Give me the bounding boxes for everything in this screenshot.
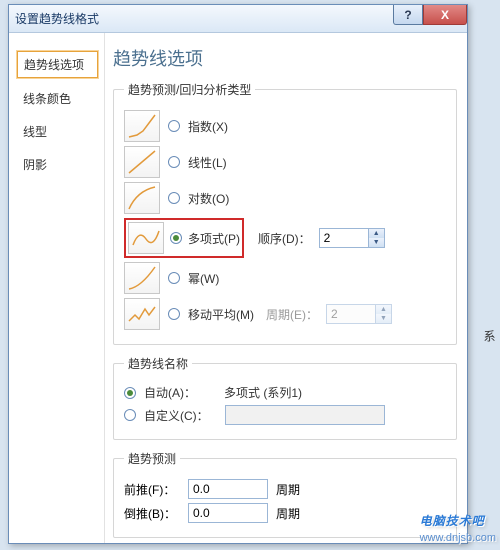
opt-linear[interactable]: 线性(L) bbox=[124, 146, 446, 178]
opt-logarithmic[interactable]: 对数(O) bbox=[124, 182, 446, 214]
radio-moving-average[interactable] bbox=[168, 308, 180, 320]
forward-row: 前推(F)： 周期 bbox=[124, 479, 446, 499]
forecast-legend: 趋势预测 bbox=[124, 450, 180, 467]
label-logarithmic: 对数(O) bbox=[188, 190, 229, 207]
linear-icon bbox=[124, 146, 160, 178]
dialog-body: 趋势线选项 线条颜色 线型 阴影 趋势线选项 趋势预测/回归分析类型 指数(X)… bbox=[9, 33, 467, 543]
order-down[interactable]: ▼ bbox=[369, 238, 384, 247]
period-spinner: ▲▼ bbox=[326, 304, 392, 324]
radio-exponential[interactable] bbox=[168, 120, 180, 132]
backward-row: 倒推(B)： 周期 bbox=[124, 503, 446, 523]
close-window-button[interactable]: X bbox=[423, 5, 467, 25]
order-spinner[interactable]: ▲▼ bbox=[319, 228, 385, 248]
window-title: 设置趋势线格式 bbox=[15, 10, 99, 27]
backward-input[interactable] bbox=[188, 503, 268, 523]
name-custom-row[interactable]: 自定义(C)： bbox=[124, 405, 446, 425]
nav-line-style[interactable]: 线型 bbox=[17, 119, 98, 144]
section-title: 趋势线选项 bbox=[113, 45, 457, 71]
label-moving-average: 移动平均(M) bbox=[188, 306, 254, 323]
radio-polynomial[interactable] bbox=[170, 232, 182, 244]
help-button[interactable]: ? bbox=[393, 5, 423, 25]
radio-name-auto[interactable] bbox=[124, 387, 136, 399]
polynomial-icon bbox=[128, 222, 164, 254]
label-power: 幂(W) bbox=[188, 270, 219, 287]
opt-exponential[interactable]: 指数(X) bbox=[124, 110, 446, 142]
nav-trendline-options[interactable]: 趋势线选项 bbox=[17, 51, 98, 78]
side-text: 系 bbox=[481, 330, 498, 342]
opt-polynomial-row: 多项式(P) 顺序(D)： ▲▼ bbox=[124, 218, 446, 258]
label-exponential: 指数(X) bbox=[188, 118, 228, 135]
moving-average-icon bbox=[124, 298, 160, 330]
category-nav: 趋势线选项 线条颜色 线型 阴影 bbox=[9, 33, 104, 543]
radio-name-custom[interactable] bbox=[124, 409, 136, 421]
titlebar: 设置趋势线格式 ? X bbox=[9, 5, 467, 33]
regression-legend: 趋势预测/回归分析类型 bbox=[124, 81, 255, 98]
order-up[interactable]: ▲ bbox=[369, 229, 384, 238]
period-up: ▲ bbox=[376, 305, 391, 314]
order-label: 顺序(D)： bbox=[258, 230, 311, 247]
exponential-icon bbox=[124, 110, 160, 142]
forward-label: 前推(F)： bbox=[124, 481, 180, 498]
dialog-window: 设置趋势线格式 ? X 趋势线选项 线条颜色 线型 阴影 趋势线选项 趋势预测/… bbox=[8, 4, 468, 544]
logarithmic-icon bbox=[124, 182, 160, 214]
order-input[interactable] bbox=[320, 229, 368, 247]
nav-shadow[interactable]: 阴影 bbox=[17, 152, 98, 177]
period-down: ▼ bbox=[376, 314, 391, 323]
opt-power[interactable]: 幂(W) bbox=[124, 262, 446, 294]
name-legend: 趋势线名称 bbox=[124, 355, 192, 372]
radio-logarithmic[interactable] bbox=[168, 192, 180, 204]
power-icon bbox=[124, 262, 160, 294]
backward-label: 倒推(B)： bbox=[124, 505, 180, 522]
name-auto-label: 自动(A)： bbox=[144, 384, 196, 401]
trendline-name-group: 趋势线名称 自动(A)： 多项式 (系列1) 自定义(C)： bbox=[113, 355, 457, 440]
forecast-group: 趋势预测 前推(F)： 周期 倒推(B)： 周期 bbox=[113, 450, 457, 538]
nav-line-color[interactable]: 线条颜色 bbox=[17, 86, 98, 111]
regression-group: 趋势预测/回归分析类型 指数(X) 线性(L) 对数(O) bbox=[113, 81, 457, 345]
name-auto-row[interactable]: 自动(A)： 多项式 (系列1) bbox=[124, 384, 446, 401]
opt-moving-average: 移动平均(M) 周期(E)： ▲▼ bbox=[124, 298, 446, 330]
name-custom-label: 自定义(C)： bbox=[144, 407, 209, 424]
name-custom-input[interactable] bbox=[225, 405, 385, 425]
radio-linear[interactable] bbox=[168, 156, 180, 168]
period-input bbox=[327, 305, 375, 323]
forward-input[interactable] bbox=[188, 479, 268, 499]
label-polynomial: 多项式(P) bbox=[188, 230, 240, 247]
content-pane: 趋势线选项 趋势预测/回归分析类型 指数(X) 线性(L) 对数(O) bbox=[104, 33, 467, 543]
forward-unit: 周期 bbox=[276, 481, 316, 498]
window-buttons: ? X bbox=[393, 5, 467, 25]
radio-power[interactable] bbox=[168, 272, 180, 284]
label-linear: 线性(L) bbox=[188, 154, 227, 171]
backward-unit: 周期 bbox=[276, 505, 316, 522]
period-label: 周期(E)： bbox=[266, 306, 318, 323]
name-auto-value: 多项式 (系列1) bbox=[224, 384, 302, 401]
polynomial-highlight: 多项式(P) bbox=[124, 218, 244, 258]
